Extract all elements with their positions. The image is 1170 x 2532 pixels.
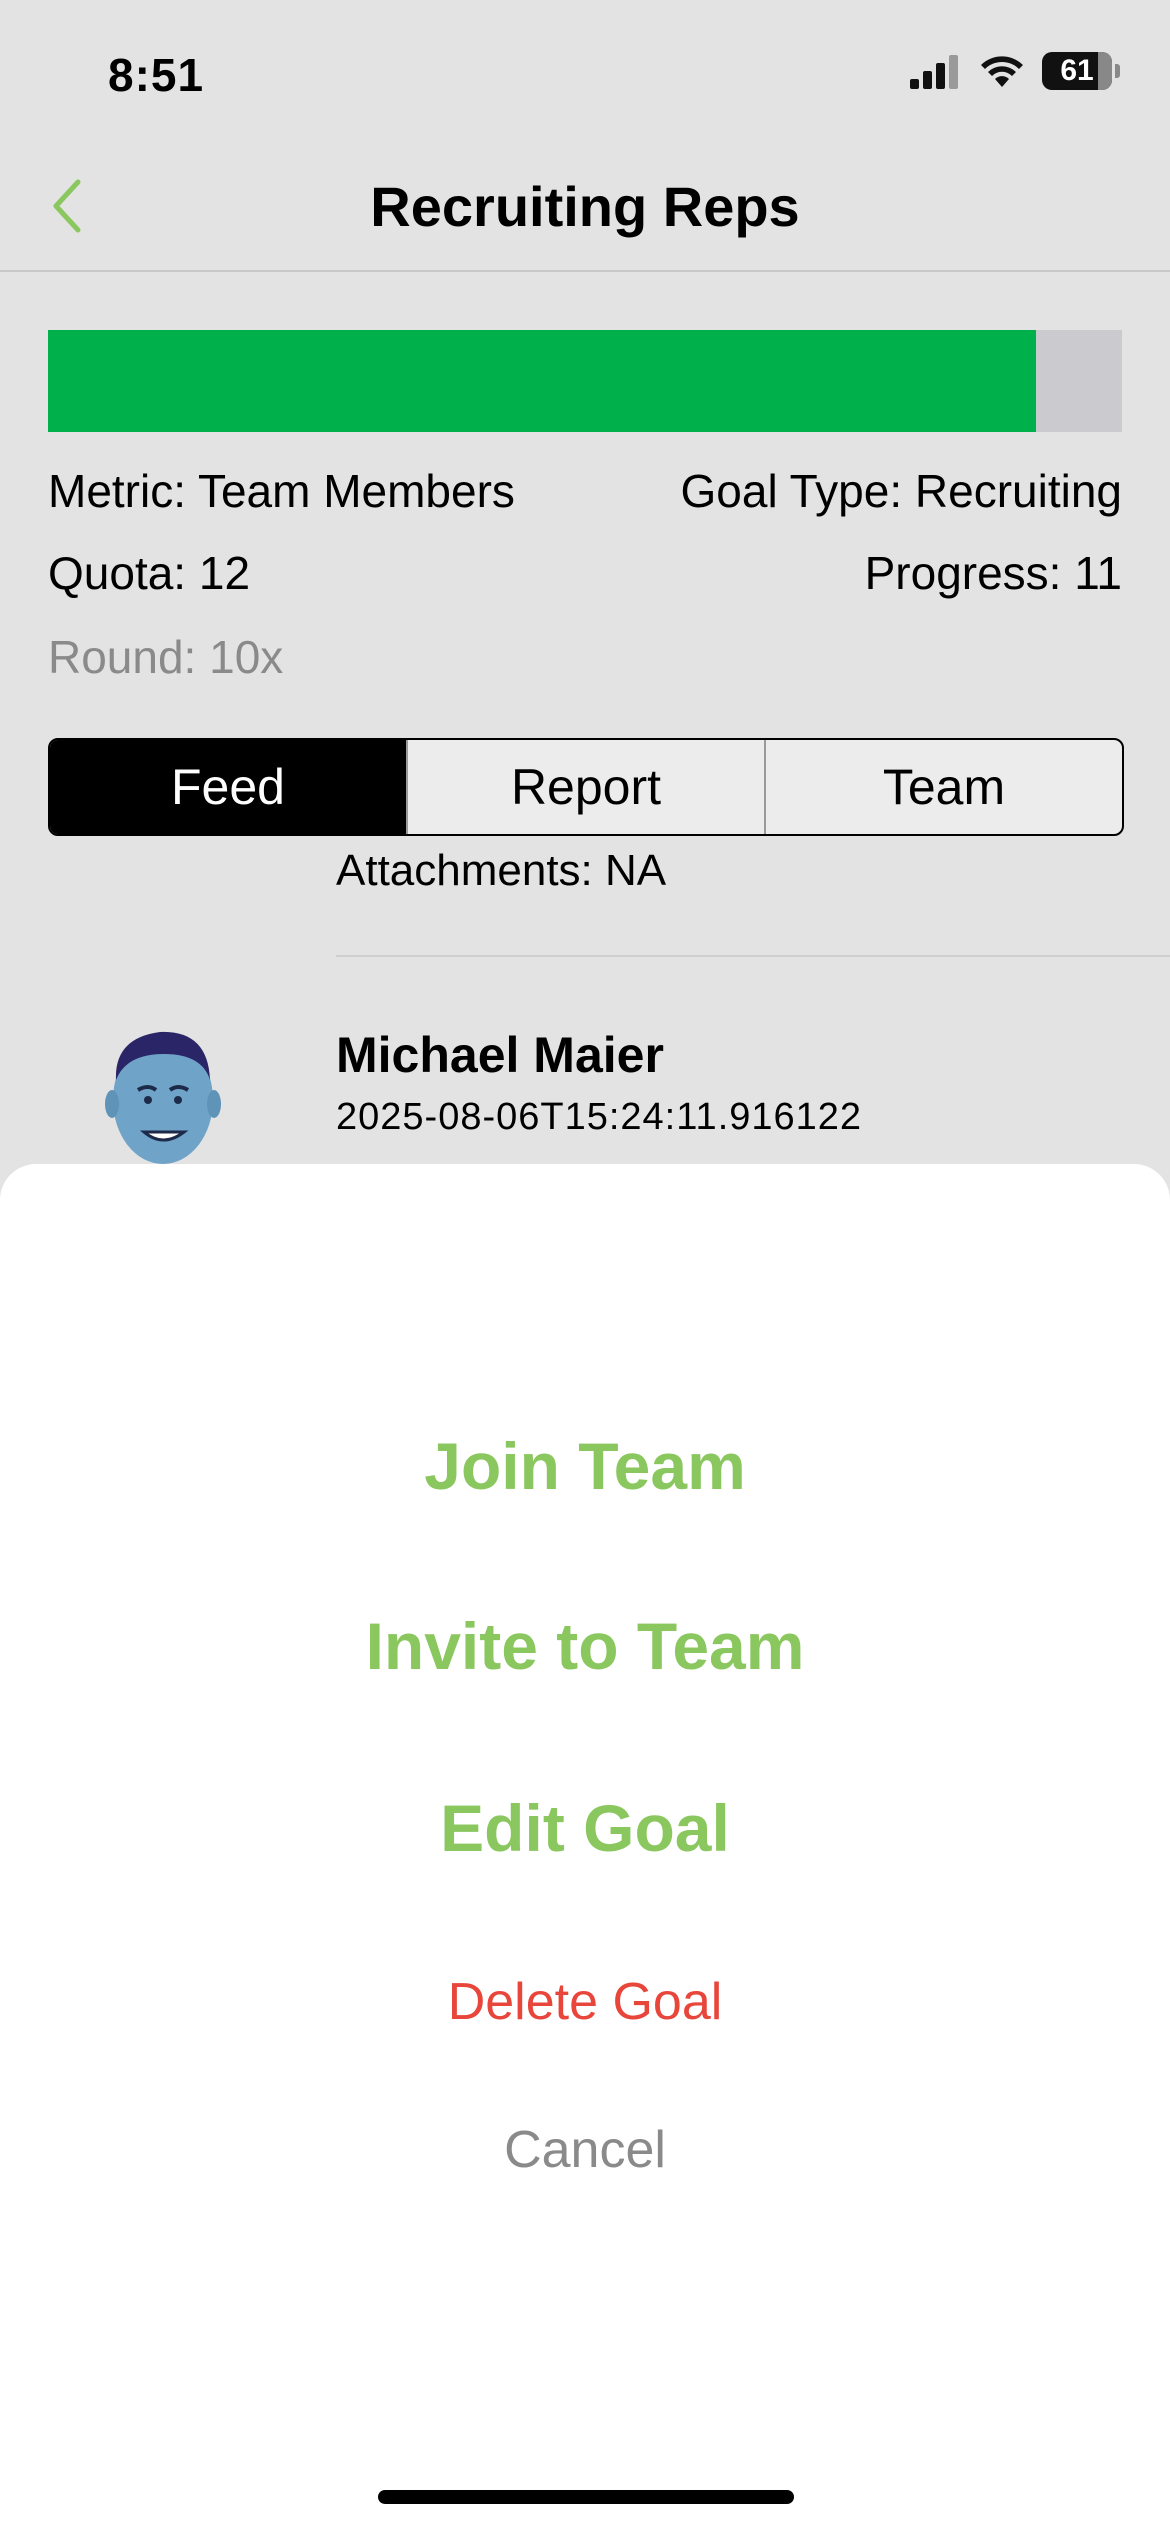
goal-progress-bar bbox=[48, 330, 1122, 432]
cancel-button[interactable]: Cancel bbox=[0, 2120, 1170, 2180]
tab-team[interactable]: Team bbox=[764, 740, 1122, 834]
tab-feed[interactable]: Feed bbox=[50, 740, 406, 834]
goal-type-label: Goal Type: Recruiting bbox=[680, 465, 1123, 517]
home-indicator[interactable] bbox=[378, 2490, 794, 2504]
battery-level: 61 bbox=[1060, 54, 1094, 87]
battery-tip bbox=[1115, 64, 1120, 78]
delete-goal-button[interactable]: Delete Goal bbox=[0, 1972, 1170, 2032]
edit-goal-button[interactable]: Edit Goal bbox=[0, 1790, 1170, 1866]
wifi-icon bbox=[981, 56, 1023, 87]
goal-info-row-2: Quota: 12 Progress: 11 bbox=[48, 546, 1122, 600]
metric-label: Metric: Team Members bbox=[48, 465, 515, 517]
invite-to-team-button[interactable]: Invite to Team bbox=[0, 1608, 1170, 1684]
round-label: Round: 10x bbox=[48, 631, 284, 683]
progress-label: Progress: 11 bbox=[864, 547, 1122, 599]
battery-empty-segment bbox=[1098, 52, 1112, 90]
signal-icon bbox=[910, 55, 958, 89]
tab-report[interactable]: Report bbox=[406, 740, 764, 834]
quota-label: Quota: 12 bbox=[48, 547, 251, 599]
goal-info-row-1: Metric: Team Members Goal Type: Recruiti… bbox=[48, 464, 1122, 518]
attachments-label: Attachments: NA bbox=[336, 846, 667, 895]
status-time: 8:51 bbox=[108, 49, 205, 101]
join-team-button[interactable]: Join Team bbox=[0, 1428, 1170, 1504]
post-timestamp: 2025-08-06T15:24:11.916122 bbox=[336, 1096, 863, 1138]
feed-divider bbox=[336, 955, 1170, 957]
post-author-name: Michael Maier bbox=[336, 1027, 664, 1083]
view-segmented-control: Feed Report Team bbox=[48, 738, 1124, 836]
battery-icon: 61 bbox=[1042, 52, 1120, 90]
avatar[interactable] bbox=[98, 1020, 228, 1170]
status-icons: 61 bbox=[910, 52, 1120, 90]
page-title: Recruiting Reps bbox=[370, 175, 800, 238]
goal-progress-fill bbox=[48, 330, 1037, 432]
nav-divider bbox=[0, 270, 1170, 272]
